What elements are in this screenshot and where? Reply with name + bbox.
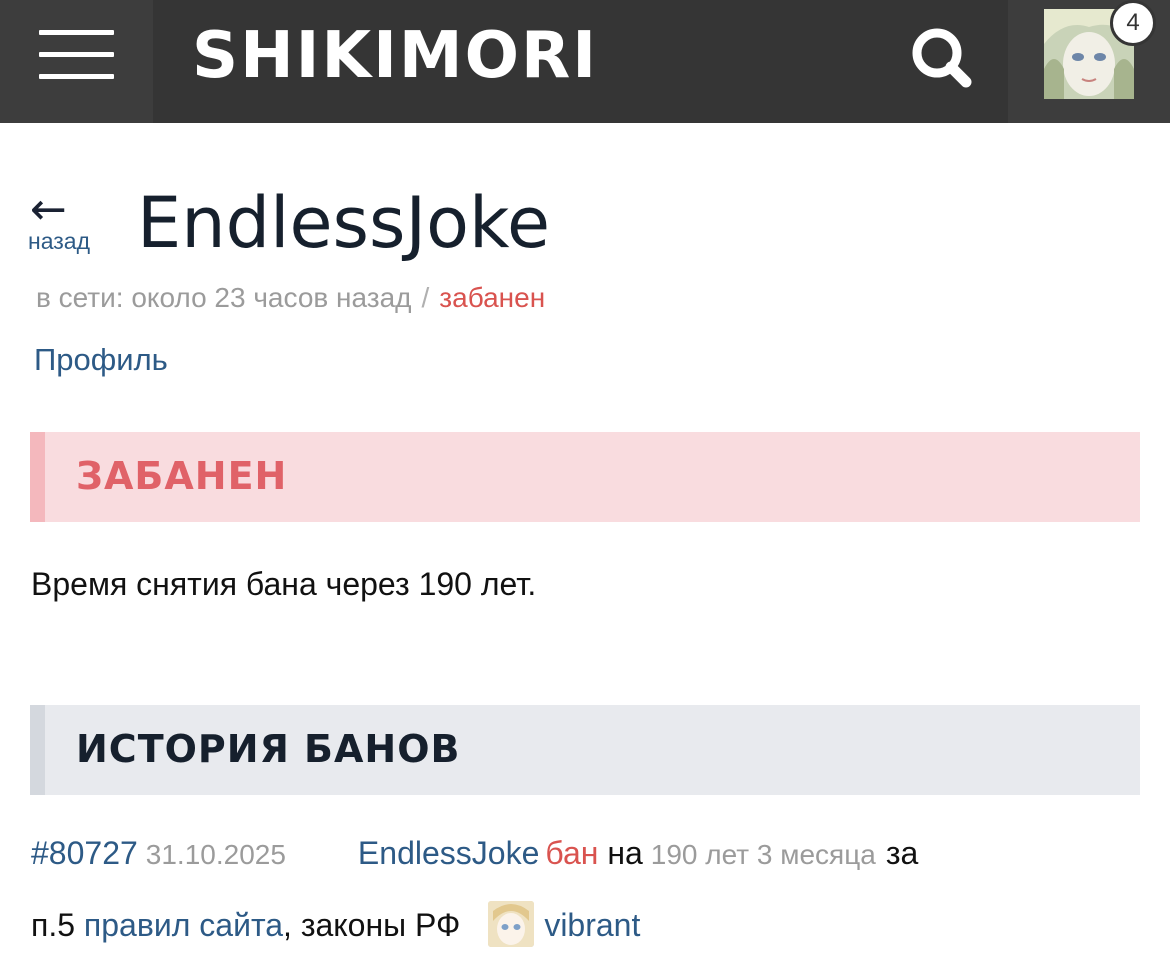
back-label: назад <box>28 228 90 254</box>
hamburger-menu-icon-line <box>39 74 114 79</box>
ban-prep-za: за <box>885 835 919 871</box>
user-avatar-button[interactable]: 4 <box>1008 0 1170 123</box>
banned-user-link[interactable]: EndlessJoke <box>358 835 539 871</box>
status-separator: / <box>421 282 430 313</box>
ban-status: забанен <box>439 282 546 313</box>
ban-reason-suffix: , законы РФ <box>283 907 461 943</box>
user-status-line: в сети: около 23 часов назад / забанен <box>36 280 545 316</box>
search-button[interactable] <box>880 0 1005 123</box>
site-logo[interactable]: SHIKIMORI <box>192 16 598 96</box>
back-arrow-icon: ← <box>30 184 67 235</box>
banned-section-header: ЗАБАНЕН <box>30 432 1140 522</box>
hamburger-menu-icon <box>39 30 114 35</box>
top-navbar: SHIKIMORI 4 <box>0 0 1170 123</box>
ban-duration: 190 лет 3 месяца <box>650 839 876 870</box>
banned-section-title: ЗАБАНЕН <box>76 454 288 498</box>
ban-reason-prefix: п.5 <box>31 907 76 943</box>
ban-prep-na: на <box>607 835 643 871</box>
moderator-avatar-image <box>488 900 535 947</box>
moderator-avatar[interactable] <box>488 900 535 947</box>
ban-history-title: ИСТОРИЯ БАНОВ <box>76 727 461 771</box>
ban-date: 31.10.2025 <box>145 839 286 870</box>
back-link[interactable]: ← назад <box>28 184 108 260</box>
ban-id-link[interactable]: #80727 <box>31 835 138 871</box>
page-title: EndlessJoke <box>137 182 551 264</box>
site-rules-link[interactable]: правил сайта <box>84 907 283 943</box>
online-status: в сети: около 23 часов назад <box>36 282 412 313</box>
ban-history-entry: #80727 31.10.2025 EndlessJoke бан на 190 лет… <box>31 818 1131 961</box>
moderator-link[interactable]: vibrant <box>544 907 640 943</box>
ban-action: бан <box>545 835 599 871</box>
ban-history-section-header: ИСТОРИЯ БАНОВ <box>30 705 1140 795</box>
hamburger-menu-icon-line <box>39 52 114 57</box>
notifications-badge[interactable]: 4 <box>1110 0 1156 46</box>
search-icon <box>912 28 972 88</box>
profile-link[interactable]: Профиль <box>34 340 168 380</box>
menu-button[interactable] <box>0 0 153 123</box>
unban-time-text: Время снятия бана через 190 лет. <box>31 566 537 602</box>
